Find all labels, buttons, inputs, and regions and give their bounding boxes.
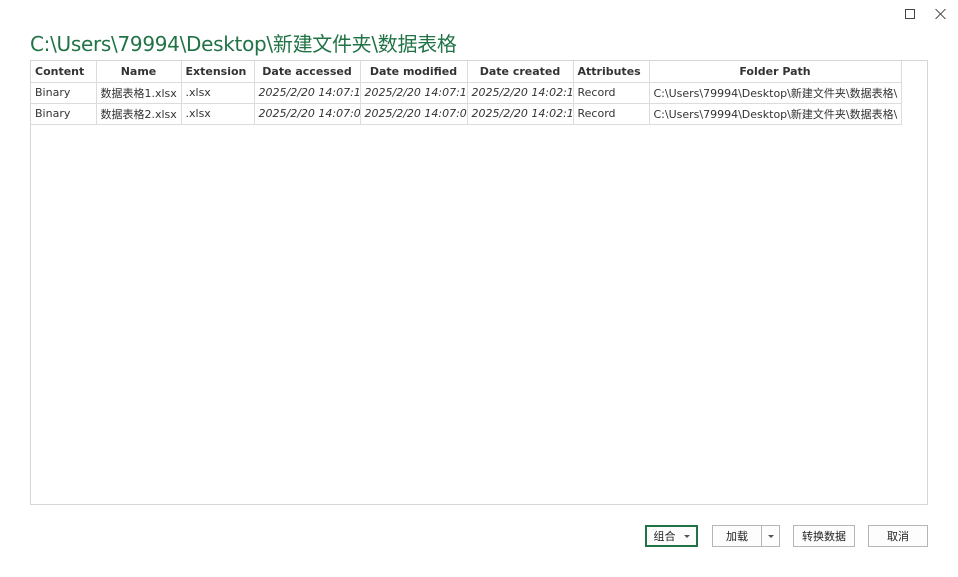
- cell-content[interactable]: Binary: [31, 102, 97, 125]
- column-header-name[interactable]: Name: [95, 61, 182, 83]
- cell-name: 数据表格1.xlsx: [95, 81, 182, 104]
- load-options-button[interactable]: [761, 525, 780, 547]
- cancel-label: 取消: [887, 530, 909, 543]
- files-table: Content Name Extension Date accessed Dat…: [31, 61, 902, 125]
- column-header-date-accessed[interactable]: Date accessed: [253, 61, 361, 83]
- combine-button[interactable]: 组合: [645, 525, 698, 547]
- cell-folder-path: C:\Users\79994\Desktop\新建文件夹\数据表格\: [648, 81, 902, 104]
- cell-date-accessed: 2025/2/20 14:07:08: [253, 102, 361, 125]
- combine-label: 组合: [653, 530, 676, 543]
- cell-date-accessed: 2025/2/20 14:07:17: [253, 81, 361, 104]
- cell-attributes[interactable]: Record: [572, 81, 650, 104]
- table-row: Binary 数据表格2.xlsx .xlsx 2025/2/20 14:07:…: [31, 102, 902, 125]
- cell-date-modified: 2025/2/20 14:07:17: [359, 81, 468, 104]
- column-header-date-modified[interactable]: Date modified: [359, 61, 468, 83]
- load-button[interactable]: 加载: [712, 525, 762, 547]
- cancel-button[interactable]: 取消: [868, 525, 928, 547]
- close-button[interactable]: [930, 4, 952, 24]
- column-header-date-created[interactable]: Date created: [466, 61, 574, 83]
- column-header-extension[interactable]: Extension: [180, 61, 255, 83]
- data-preview-grid[interactable]: Content Name Extension Date accessed Dat…: [30, 60, 928, 505]
- cell-date-modified: 2025/2/20 14:07:08: [359, 102, 468, 125]
- transform-data-button[interactable]: 转换数据: [793, 525, 855, 547]
- cell-attributes[interactable]: Record: [572, 102, 650, 125]
- table-row: Binary 数据表格1.xlsx .xlsx 2025/2/20 14:07:…: [31, 81, 902, 104]
- cell-date-created: 2025/2/20 14:02:17: [466, 102, 574, 125]
- cell-folder-path: C:\Users\79994\Desktop\新建文件夹\数据表格\: [648, 102, 902, 125]
- chevron-down-icon: [683, 534, 690, 538]
- load-label: 加载: [726, 530, 748, 543]
- dialog-title: C:\Users\79994\Desktop\新建文件夹\数据表格: [30, 32, 457, 56]
- cell-extension: .xlsx: [180, 102, 255, 125]
- cell-content[interactable]: Binary: [31, 81, 97, 104]
- cell-name: 数据表格2.xlsx: [95, 102, 182, 125]
- cell-date-created: 2025/2/20 14:02:10: [466, 81, 574, 104]
- close-icon: [935, 8, 947, 20]
- column-header-folder-path[interactable]: Folder Path: [648, 61, 902, 83]
- table-header-row: Content Name Extension Date accessed Dat…: [31, 61, 902, 83]
- column-header-content[interactable]: Content: [31, 61, 97, 83]
- maximize-button[interactable]: [899, 4, 921, 24]
- folder-preview-dialog: C:\Users\79994\Desktop\新建文件夹\数据表格 Conten…: [0, 0, 958, 577]
- maximize-icon: [905, 9, 915, 19]
- column-header-attributes[interactable]: Attributes: [572, 61, 650, 83]
- chevron-down-icon: [767, 534, 774, 538]
- cell-extension: .xlsx: [180, 81, 255, 104]
- transform-data-label: 转换数据: [802, 530, 846, 543]
